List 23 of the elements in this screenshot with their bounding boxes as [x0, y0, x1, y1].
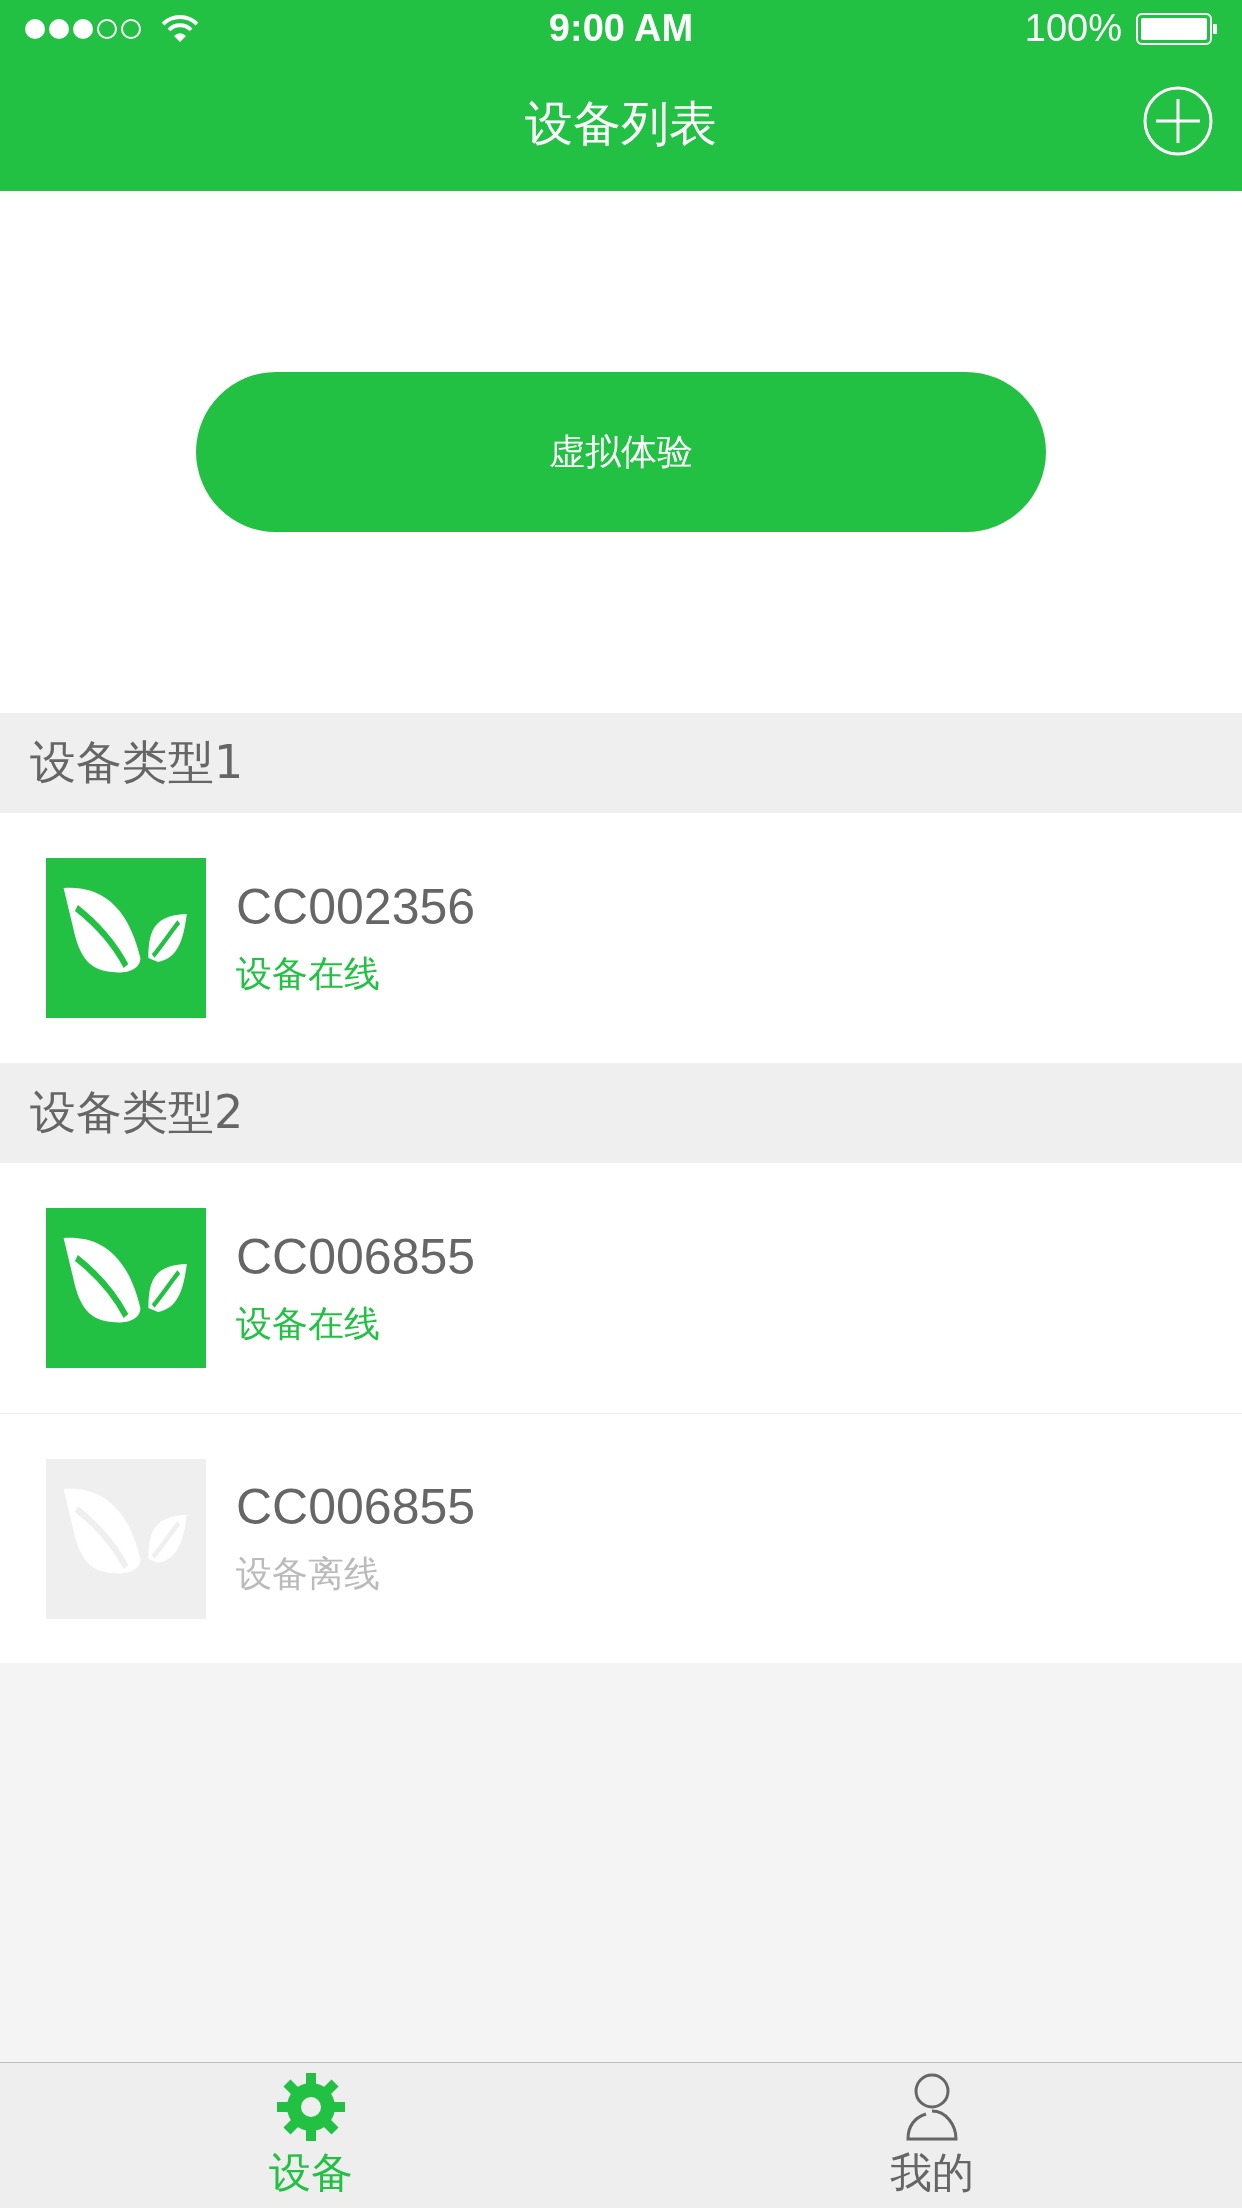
section-header: 设备类型1 [0, 713, 1242, 813]
leaf-icon [46, 1208, 206, 1368]
device-row[interactable]: CC006855 设备在线 [0, 1163, 1242, 1413]
tab[interactable]: 我的 [621, 2063, 1242, 2208]
device-status: 设备离线 [236, 1552, 381, 1596]
battery-percent: 100% [1024, 7, 1122, 50]
signal-icon [24, 16, 142, 41]
device-name: CC006855 [236, 1478, 476, 1536]
section-header: 设备类型2 [0, 1063, 1242, 1163]
wifi-icon [160, 13, 200, 44]
device-status: 设备在线 [236, 1301, 381, 1346]
status-time: 9:00 AM [548, 7, 694, 50]
device-status: 设备在线 [236, 951, 381, 996]
add-button[interactable] [1142, 85, 1214, 157]
gear-icon [274, 2070, 347, 2143]
device-name: CC002356 [236, 877, 476, 936]
battery-icon [1136, 12, 1218, 45]
nav-title: 设备列表 [525, 94, 717, 153]
add-icon [1142, 85, 1214, 157]
device-name: CC006855 [236, 1227, 476, 1286]
device-row[interactable]: CC006855 设备离线 [0, 1413, 1242, 1663]
device-row[interactable]: CC002356 设备在线 [0, 813, 1242, 1063]
leaf-icon [46, 858, 206, 1018]
